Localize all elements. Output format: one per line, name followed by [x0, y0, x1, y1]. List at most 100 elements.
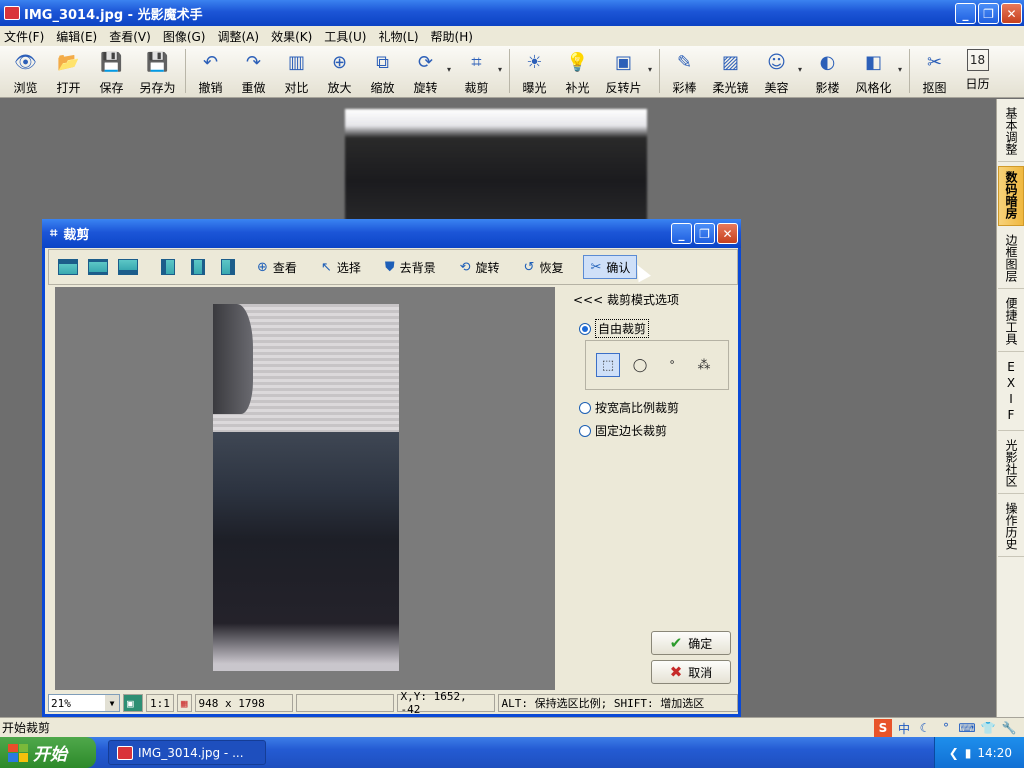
- crop-icon: ⌗: [471, 51, 482, 73]
- dialog-close-button[interactable]: ✕: [717, 223, 738, 244]
- ime-keyboard-icon[interactable]: ⌨: [958, 719, 976, 737]
- calendar-button[interactable]: 18 日历: [956, 49, 999, 92]
- undo-button[interactable]: ↶ 撤销: [189, 49, 232, 96]
- redo-button[interactable]: ↷ 重做: [232, 49, 275, 96]
- restore-button[interactable]: ↺ 恢复: [520, 255, 568, 279]
- save-button[interactable]: 💾 保存: [90, 49, 133, 96]
- stylize-dropdown-icon[interactable]: ▾: [898, 65, 906, 74]
- resize-button[interactable]: ⧉ 缩放: [361, 49, 404, 96]
- crop-mode-title[interactable]: <<< 裁剪模式选项: [573, 291, 679, 308]
- chevron-down-icon: ▼: [105, 695, 119, 711]
- tab-exif[interactable]: EXIF: [998, 356, 1024, 431]
- remove-background-button[interactable]: ⛊ 去背景: [381, 255, 440, 279]
- menu-edit[interactable]: 编辑(E): [56, 28, 97, 45]
- cancel-button[interactable]: ✖ 取消: [651, 660, 731, 684]
- zoom-select[interactable]: 21% ▼: [48, 694, 120, 712]
- ime-moon-icon[interactable]: ☾: [916, 719, 934, 737]
- layout-right-icon[interactable]: [215, 256, 241, 278]
- tray-expand-icon[interactable]: ❮: [949, 746, 959, 760]
- select-button[interactable]: ↖ 选择: [317, 255, 365, 279]
- ratio-crop-radio[interactable]: 按宽高比例裁剪: [579, 399, 679, 416]
- beauty-dropdown-icon[interactable]: ▾: [798, 65, 806, 74]
- soft-focus-icon: ▨: [721, 51, 739, 73]
- beauty-button[interactable]: ☺ 美容: [755, 49, 798, 96]
- ime-logo-icon[interactable]: S: [874, 719, 892, 737]
- browse-button[interactable]: 👁 浏览: [4, 49, 47, 96]
- main-toolbar: 👁 浏览 📂 打开 💾 保存 💾 另存为 ↶ 撤销 ↷ 重做 ▥ 对比 ⊕ 放大 ⧉ 缩放 ⟳ 旋转…: [0, 46, 1024, 98]
- tab-border-layers[interactable]: 边框图层: [998, 230, 1024, 289]
- lasso-select-icon[interactable]: ᐤ: [660, 353, 684, 377]
- soft-focus-button[interactable]: ▨ 柔光镜: [706, 49, 755, 96]
- compare-button[interactable]: ▥ 对比: [275, 49, 318, 96]
- menu-view[interactable]: 查看(V): [109, 28, 151, 45]
- color-grid-icon[interactable]: ▦: [176, 694, 192, 712]
- crop-canvas[interactable]: [55, 287, 555, 690]
- empty-status-cell: [295, 694, 394, 712]
- fit-window-icon[interactable]: ▣: [123, 694, 143, 712]
- fixed-size-crop-radio[interactable]: 固定边长裁剪: [579, 422, 667, 439]
- clock[interactable]: 14:20: [977, 746, 1012, 760]
- layout-bottom-icon[interactable]: [115, 256, 141, 278]
- view-button[interactable]: ⊕ 查看: [253, 255, 301, 279]
- rotate-button[interactable]: ⟳ 旋转: [404, 49, 447, 96]
- maximize-button[interactable]: ❐: [978, 3, 999, 24]
- menu-effects[interactable]: 效果(K): [271, 28, 312, 45]
- color-stick-button[interactable]: ✎ 彩棒: [663, 49, 706, 96]
- ellipse-select-icon[interactable]: ◯: [628, 353, 652, 377]
- dialog-maximize-button[interactable]: ❐: [694, 223, 715, 244]
- crop-dropdown-icon[interactable]: ▾: [498, 65, 506, 74]
- tab-history[interactable]: 操作历史: [998, 498, 1024, 557]
- start-button[interactable]: 开始: [0, 737, 96, 768]
- zoom-in-button[interactable]: ⊕ 放大: [318, 49, 361, 96]
- menu-adjust[interactable]: 调整(A): [217, 28, 259, 45]
- tab-community[interactable]: 光影社区: [998, 435, 1024, 494]
- layout-left-icon[interactable]: [155, 256, 181, 278]
- rotate-button[interactable]: ⟲ 旋转: [456, 255, 504, 279]
- ime-punct-icon[interactable]: °: [937, 719, 955, 737]
- fill-light-button[interactable]: 💡 补光: [556, 49, 599, 96]
- studio-button[interactable]: ◐ 影楼: [806, 49, 849, 96]
- menu-image[interactable]: 图像(G): [163, 28, 206, 45]
- stylize-button[interactable]: ◧ 风格化: [849, 49, 898, 96]
- menu-help[interactable]: 帮助(H): [431, 28, 473, 45]
- close-button[interactable]: ✕: [1001, 3, 1022, 24]
- minimize-button[interactable]: _: [955, 3, 976, 24]
- cursor-coords: X,Y: 1652, -42: [396, 690, 495, 716]
- signal-icon[interactable]: ▮: [965, 746, 972, 760]
- tab-quick-tools[interactable]: 便捷工具: [998, 293, 1024, 352]
- open-button[interactable]: 📂 打开: [47, 49, 90, 96]
- rect-select-icon[interactable]: ⬚: [596, 353, 620, 377]
- ime-chinese-mode[interactable]: 中: [895, 719, 913, 737]
- rotate-icon: ⟲: [459, 259, 471, 275]
- layout-top-icon[interactable]: [55, 256, 81, 278]
- confirm-crop-button[interactable]: ✂ 确认: [583, 255, 638, 279]
- background-photo: [345, 109, 647, 229]
- cutout-button[interactable]: ✂ 抠图: [913, 49, 956, 96]
- zoom-in-icon: ⊕: [331, 51, 348, 73]
- menu-file[interactable]: 文件(F): [4, 28, 44, 45]
- magic-wand-icon[interactable]: ⁂: [692, 353, 716, 377]
- menu-gifts[interactable]: 礼物(L): [378, 28, 418, 45]
- tab-basic-adjust[interactable]: 基本调整: [998, 103, 1024, 162]
- ime-settings-icon[interactable]: 🔧: [1000, 719, 1018, 737]
- layout-middle-h-icon[interactable]: [85, 256, 111, 278]
- effects-dropdown-icon[interactable]: ▾: [648, 65, 656, 74]
- exposure-button[interactable]: ☀ 曝光: [513, 49, 556, 96]
- menu-tools[interactable]: 工具(U): [324, 28, 366, 45]
- dialog-minimize-button[interactable]: _: [671, 223, 692, 244]
- crop-button[interactable]: ⌗ 裁剪: [455, 49, 498, 96]
- ime-skin-icon[interactable]: 👕: [979, 719, 997, 737]
- status-text: 开始裁剪: [2, 721, 51, 735]
- studio-icon: ◐: [819, 51, 836, 73]
- rotate-dropdown-icon[interactable]: ▾: [447, 65, 455, 74]
- ok-button[interactable]: ✔ 确定: [651, 631, 731, 655]
- taskbar-item-app[interactable]: IMG_3014.jpg - ...: [108, 740, 266, 765]
- actual-size-button[interactable]: 1:1: [146, 694, 174, 712]
- selection-shape-group: ⬚ ◯ ᐤ ⁂: [585, 340, 729, 390]
- free-crop-radio[interactable]: 自由裁剪: [579, 319, 650, 338]
- modifier-hint: ALT: 保持选区比例; SHIFT: 增加选区: [497, 694, 738, 712]
- layout-middle-v-icon[interactable]: [185, 256, 211, 278]
- reversal-film-button[interactable]: ▣ 反转片: [599, 49, 648, 96]
- tab-digital-darkroom[interactable]: 数码暗房: [998, 166, 1024, 226]
- save-as-button[interactable]: 💾 另存为: [133, 49, 182, 96]
